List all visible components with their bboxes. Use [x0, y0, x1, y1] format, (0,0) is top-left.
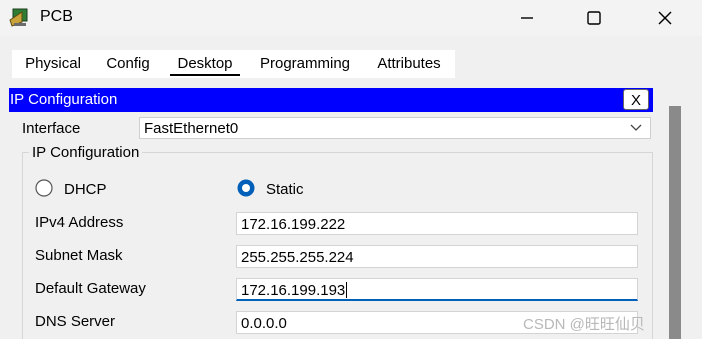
default-gateway-label: Default Gateway	[35, 280, 146, 297]
subnet-mask-value: 255.255.255.224	[241, 249, 354, 266]
subnet-mask-input[interactable]: 255.255.255.224	[236, 245, 638, 268]
tab-bar: Physical Config Desktop Programming Attr…	[12, 50, 455, 78]
scrollbar-thumb[interactable]	[669, 106, 681, 339]
minimize-button[interactable]	[507, 4, 547, 32]
maximize-icon	[587, 11, 601, 25]
chevron-down-icon	[630, 124, 642, 131]
maximize-button[interactable]	[574, 4, 614, 32]
active-tab-indicator	[170, 74, 240, 76]
tab-physical[interactable]: Physical	[12, 50, 94, 78]
dhcp-label[interactable]: DHCP	[64, 181, 107, 198]
default-gateway-value: 172.16.199.193	[241, 282, 346, 299]
window-close-button[interactable]	[645, 4, 685, 32]
ip-config-group-title: IP Configuration	[29, 144, 143, 161]
minimize-icon	[521, 17, 533, 19]
static-radio[interactable]	[237, 179, 255, 197]
ipv4-address-value: 172.16.199.222	[241, 216, 346, 233]
tab-desktop[interactable]: Desktop	[164, 50, 246, 78]
ipv4-address-label: IPv4 Address	[35, 214, 124, 231]
default-gateway-input[interactable]: 172.16.199.193	[236, 278, 638, 301]
tab-programming[interactable]: Programming	[248, 50, 362, 78]
title-bar: PCB	[0, 0, 702, 36]
window-title: PCB	[40, 8, 73, 25]
ip-config-header-title: IP Configuration	[10, 91, 118, 108]
close-icon	[658, 11, 672, 25]
dns-server-value: 0.0.0.0	[241, 315, 287, 332]
interface-label: Interface	[22, 120, 81, 137]
tab-config[interactable]: Config	[94, 50, 162, 78]
static-label[interactable]: Static	[266, 181, 304, 198]
ip-config-header: IP Configuration X	[9, 88, 653, 112]
app-pc-icon	[9, 8, 28, 27]
watermark: CSDN @旺旺仙贝	[523, 316, 645, 333]
tab-attributes[interactable]: Attributes	[367, 50, 451, 78]
ip-config-close-button[interactable]: X	[623, 89, 649, 110]
interface-select[interactable]: FastEthernet0	[139, 117, 651, 139]
subnet-mask-label: Subnet Mask	[35, 247, 123, 264]
text-caret	[346, 282, 348, 298]
dhcp-radio[interactable]	[35, 179, 53, 197]
dns-server-label: DNS Server	[35, 313, 116, 330]
interface-select-value: FastEthernet0	[144, 120, 239, 137]
ipv4-address-input[interactable]: 172.16.199.222	[236, 212, 638, 235]
